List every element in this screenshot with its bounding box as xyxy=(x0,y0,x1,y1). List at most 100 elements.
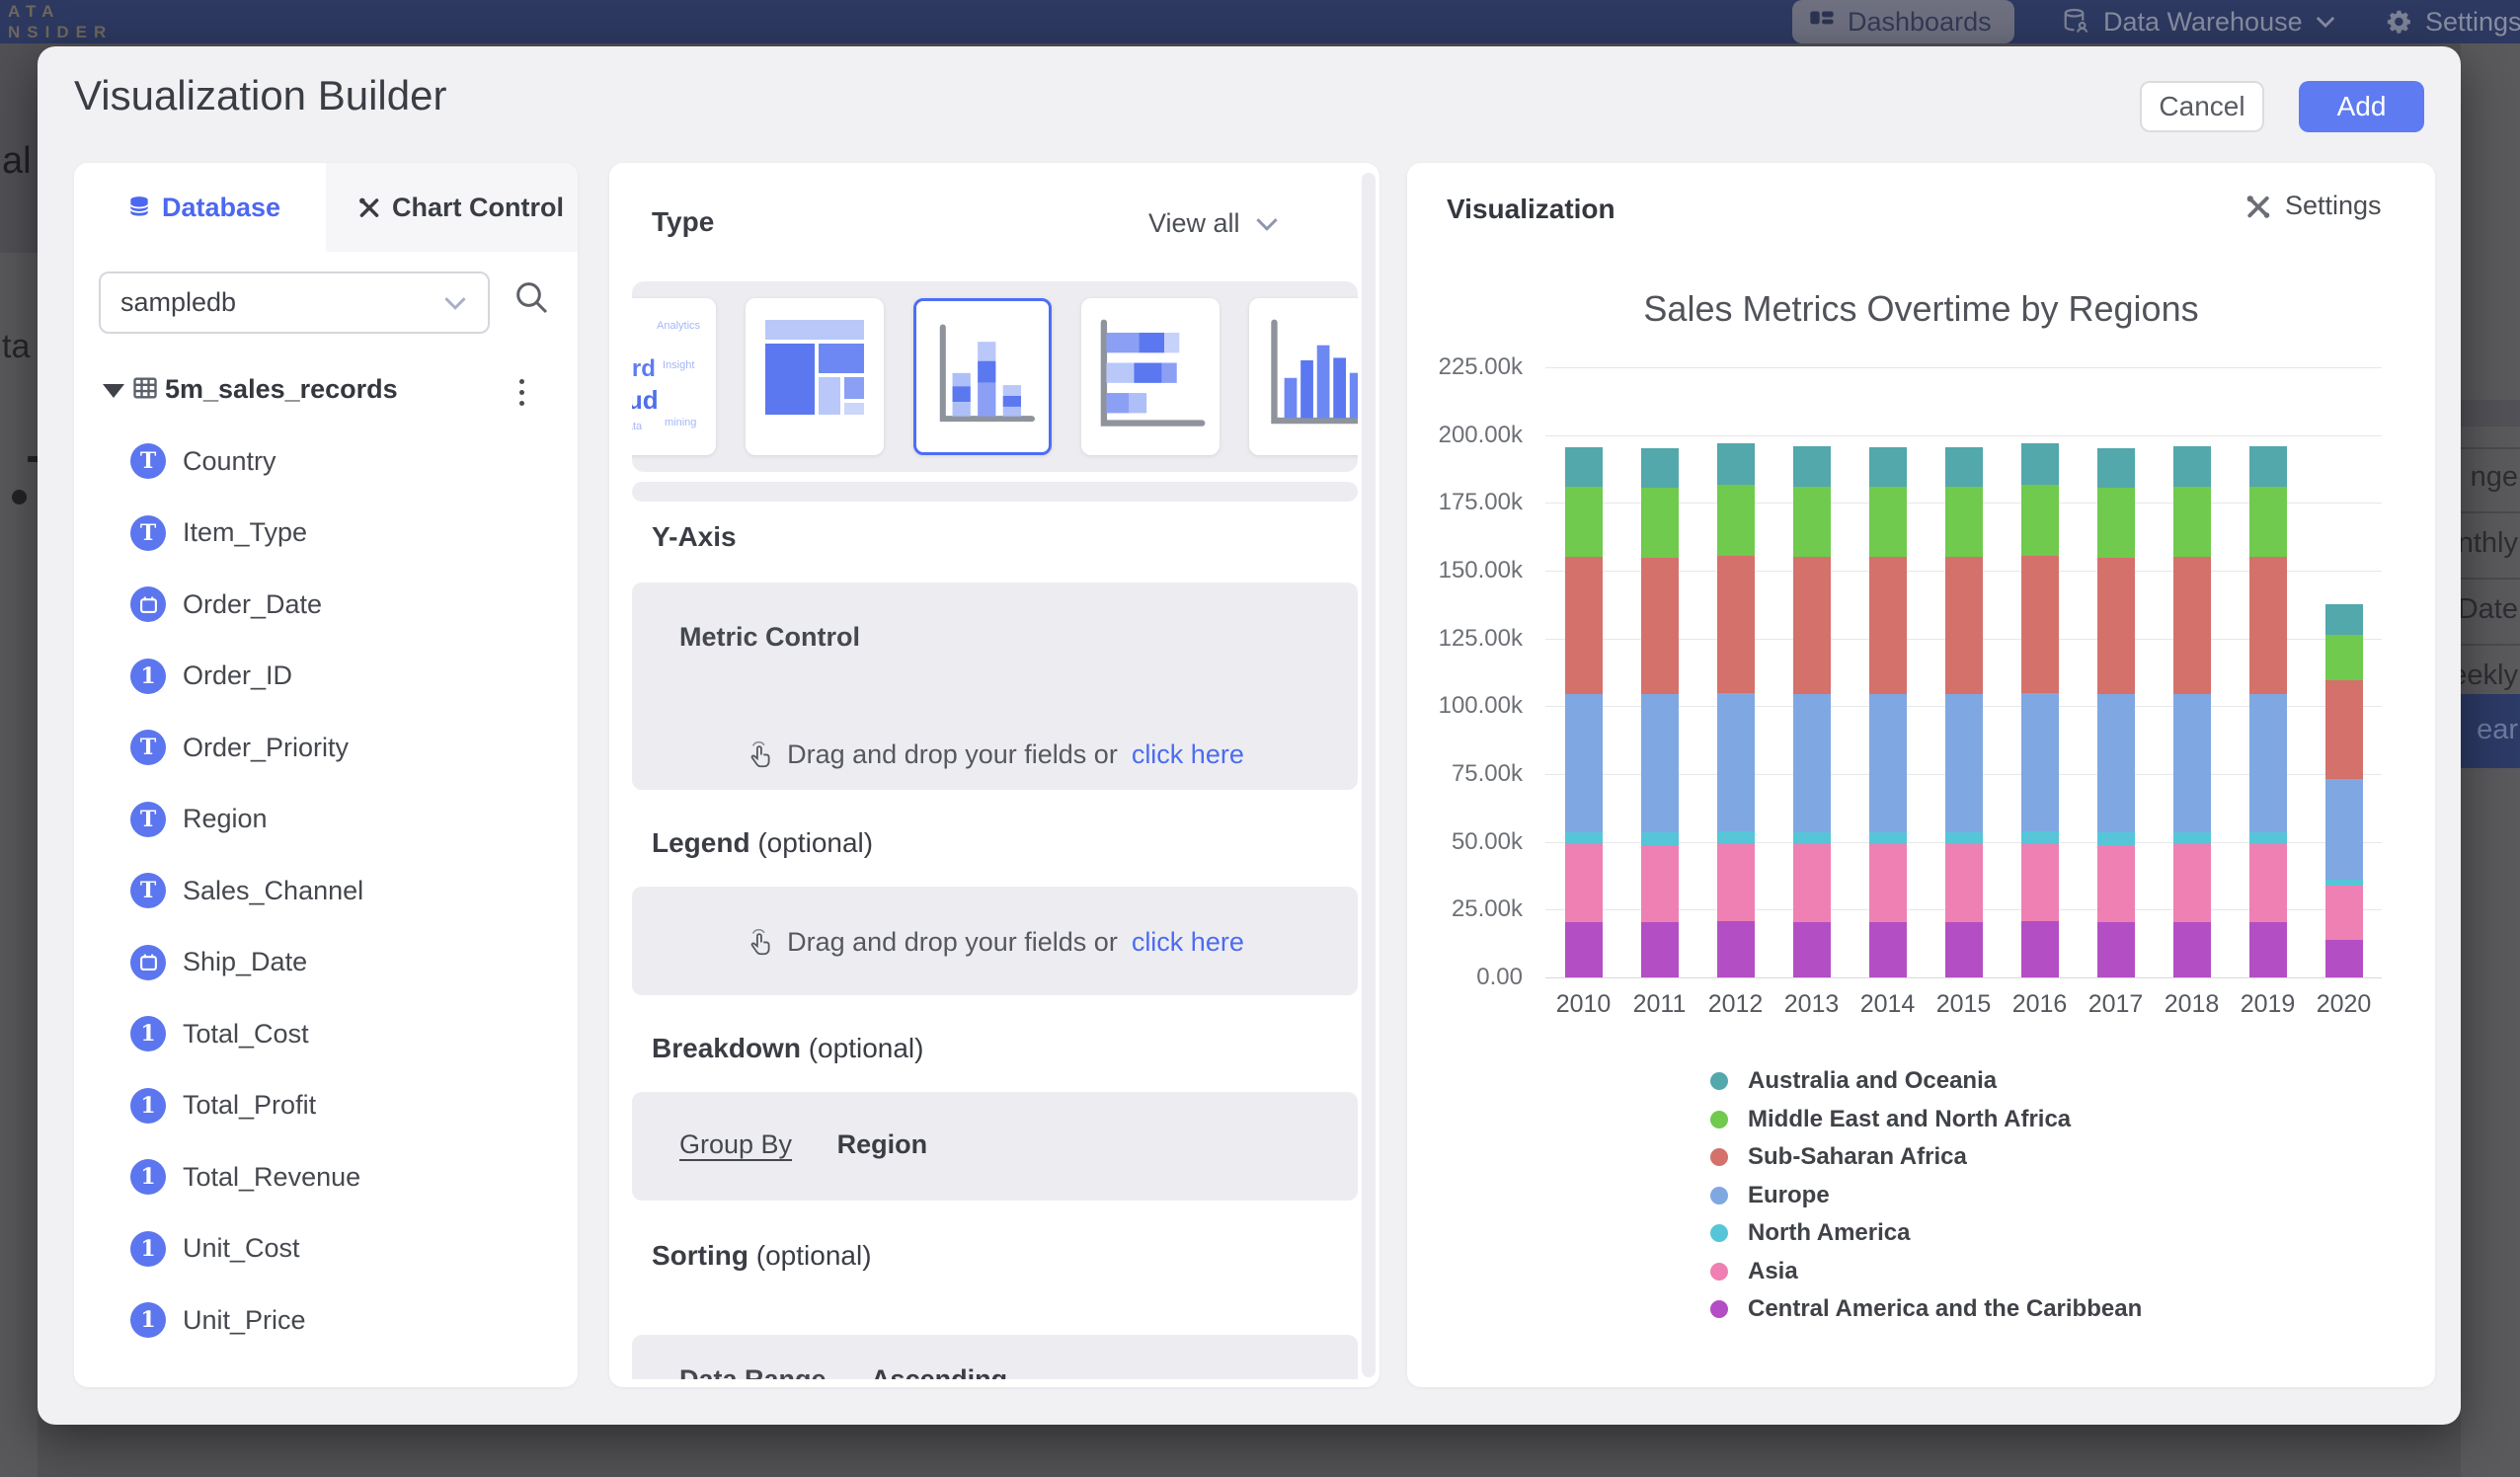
nav-tab-settings[interactable]: Settings xyxy=(2384,0,2520,43)
number-field-icon: 1 xyxy=(130,1016,166,1051)
bar-segment-2018 xyxy=(2173,694,2211,832)
chart-title: Sales Metrics Overtime by Regions xyxy=(1407,288,2435,330)
top-nav: ATANSIDER Dashboards Data Warehouse xyxy=(0,0,2520,43)
field-item-order_priority[interactable]: TOrder_Priority xyxy=(74,718,578,777)
bar-segment-2010 xyxy=(1565,447,1603,487)
chart-type-word-cloud[interactable]: Word Cloud iness Analytics Insight BigDa… xyxy=(632,298,716,455)
tap-hand-icon xyxy=(746,738,773,770)
nav-tab-data-warehouse[interactable]: Data Warehouse xyxy=(2062,0,2336,43)
breakdown-dropzone[interactable]: Group By Region xyxy=(632,1092,1358,1201)
table-icon xyxy=(131,374,159,402)
field-item-unit_cost[interactable]: 1Unit_Cost xyxy=(74,1219,578,1279)
view-all-dropdown[interactable]: View all xyxy=(1148,208,1280,239)
chart-type-stacked-column-selected[interactable] xyxy=(913,298,1052,455)
cancel-button[interactable]: Cancel xyxy=(2140,81,2264,132)
bar-segment-2019 xyxy=(2249,832,2287,844)
bar-segment-2011 xyxy=(1641,558,1679,694)
field-item-total_revenue[interactable]: 1Total_Revenue xyxy=(74,1147,578,1206)
tab-database[interactable]: Database xyxy=(74,163,326,252)
caret-down-icon[interactable] xyxy=(103,384,124,398)
data-warehouse-icon xyxy=(2062,7,2091,37)
search-icon[interactable] xyxy=(512,277,551,317)
bar-segment-2014 xyxy=(1869,844,1907,921)
bar-segment-2015 xyxy=(1945,694,1983,832)
number-field-icon: 1 xyxy=(130,1159,166,1195)
legend-click-here-link[interactable]: click here xyxy=(1132,927,1244,958)
field-item-item_type[interactable]: TItem_Type xyxy=(74,504,578,563)
tap-hand-icon xyxy=(746,926,773,958)
field-item-order_date[interactable]: Order_Date xyxy=(74,575,578,634)
bar-segment-2018 xyxy=(2173,557,2211,694)
gridline xyxy=(1545,435,2382,436)
field-item-region[interactable]: TRegion xyxy=(74,790,578,849)
bar-segment-2016 xyxy=(2021,921,2059,977)
database-select[interactable]: sampledb xyxy=(99,272,490,334)
legend-item[interactable]: Asia xyxy=(1710,1257,1798,1286)
field-item-sales_channel[interactable]: TSales_Channel xyxy=(74,861,578,920)
gridline xyxy=(1545,367,2382,368)
bar-segment-2020 xyxy=(2325,940,2363,977)
bar-segment-2016 xyxy=(2021,844,2059,922)
field-item-country[interactable]: TCountry xyxy=(74,431,578,491)
group-by-value[interactable]: Region xyxy=(837,1129,928,1159)
field-item-order_id[interactable]: 1Order_ID xyxy=(74,647,578,706)
legend-item[interactable]: Australia and Oceania xyxy=(1710,1066,1997,1096)
horizontal-scrollbar[interactable] xyxy=(632,482,1358,502)
legend-item[interactable]: North America xyxy=(1710,1218,1910,1248)
legend-dot-icon xyxy=(1710,1111,1728,1128)
metric-click-here-link[interactable]: click here xyxy=(1132,739,1244,770)
bar-segment-2012 xyxy=(1717,831,1755,844)
bar-segment-2010 xyxy=(1565,557,1603,694)
tab-chart-control[interactable]: Chart Control xyxy=(326,163,578,252)
y-axis-tick-label: 100.00k xyxy=(1407,691,1523,721)
visualization-heading: Visualization xyxy=(1447,194,1615,225)
bar-segment-2019 xyxy=(2249,446,2287,487)
chart-type-stacked-bar[interactable] xyxy=(1081,298,1220,455)
legend-dot-icon xyxy=(1710,1187,1728,1205)
bar-segment-2018 xyxy=(2173,446,2211,486)
bar-segment-2017 xyxy=(2097,488,2135,558)
field-item-total_profit[interactable]: 1Total_Profit xyxy=(74,1076,578,1135)
y-axis-tick-label: 25.00k xyxy=(1407,894,1523,924)
chart-type-treemap[interactable] xyxy=(746,298,884,455)
chart-type-column[interactable] xyxy=(1249,298,1358,455)
legend-label: Central America and the Caribbean xyxy=(1748,1295,2142,1323)
bar-segment-2016 xyxy=(2021,443,2059,484)
kebab-menu-icon[interactable] xyxy=(507,374,536,410)
field-item-total_cost[interactable]: 1Total_Cost xyxy=(74,1004,578,1063)
number-field-icon: 1 xyxy=(130,1302,166,1338)
legend-label: Europe xyxy=(1748,1182,1830,1209)
metric-control-dropzone[interactable]: Metric Control Drag and drop your fields… xyxy=(632,583,1358,790)
legend-dropzone[interactable]: Drag and drop your fields or click here xyxy=(632,887,1358,995)
field-label: Sales_Channel xyxy=(183,876,363,906)
bar-segment-2014 xyxy=(1869,557,1907,694)
legend-item[interactable]: Middle East and North Africa xyxy=(1710,1105,2071,1134)
bar-segment-2015 xyxy=(1945,557,1983,694)
group-by-label[interactable]: Group By xyxy=(679,1129,792,1159)
bar-segment-2016 xyxy=(2021,831,2059,844)
bar-segment-2020 xyxy=(2325,886,2363,940)
table-tree-item[interactable]: 5m_sales_records xyxy=(74,372,578,412)
legend-item[interactable]: Sub-Saharan Africa xyxy=(1710,1142,1967,1172)
legend-item[interactable]: Central America and the Caribbean xyxy=(1710,1294,2142,1324)
database-icon xyxy=(126,194,152,220)
legend-item[interactable]: Europe xyxy=(1710,1181,1830,1210)
bar-segment-2011 xyxy=(1641,448,1679,488)
settings-button[interactable]: Settings xyxy=(2244,191,2382,221)
chevron-down-icon xyxy=(442,295,468,311)
database-panel: Database Chart Control sampledb xyxy=(74,163,578,1387)
nav-tab-dashboards[interactable]: Dashboards xyxy=(1792,0,2014,43)
vertical-scrollbar[interactable] xyxy=(1362,173,1376,1377)
nav-tab-dashboards-label: Dashboards xyxy=(1848,7,1992,38)
bar-segment-2016 xyxy=(2021,693,2059,832)
add-button[interactable]: Add xyxy=(2299,81,2424,132)
bg-menu-item-fragment: nge xyxy=(2471,461,2518,494)
bar-segment-2011 xyxy=(1641,922,1679,977)
field-item-ship_date[interactable]: Ship_Date xyxy=(74,933,578,992)
tools-icon xyxy=(356,194,382,220)
bar-segment-2019 xyxy=(2249,557,2287,694)
visualization-panel: Visualization Settings Sales Metrics Ove… xyxy=(1407,163,2435,1387)
screen: ATANSIDER Dashboards Data Warehouse xyxy=(0,0,2520,1477)
bar-segment-2011 xyxy=(1641,832,1679,844)
field-item-unit_price[interactable]: 1Unit_Price xyxy=(74,1290,578,1350)
